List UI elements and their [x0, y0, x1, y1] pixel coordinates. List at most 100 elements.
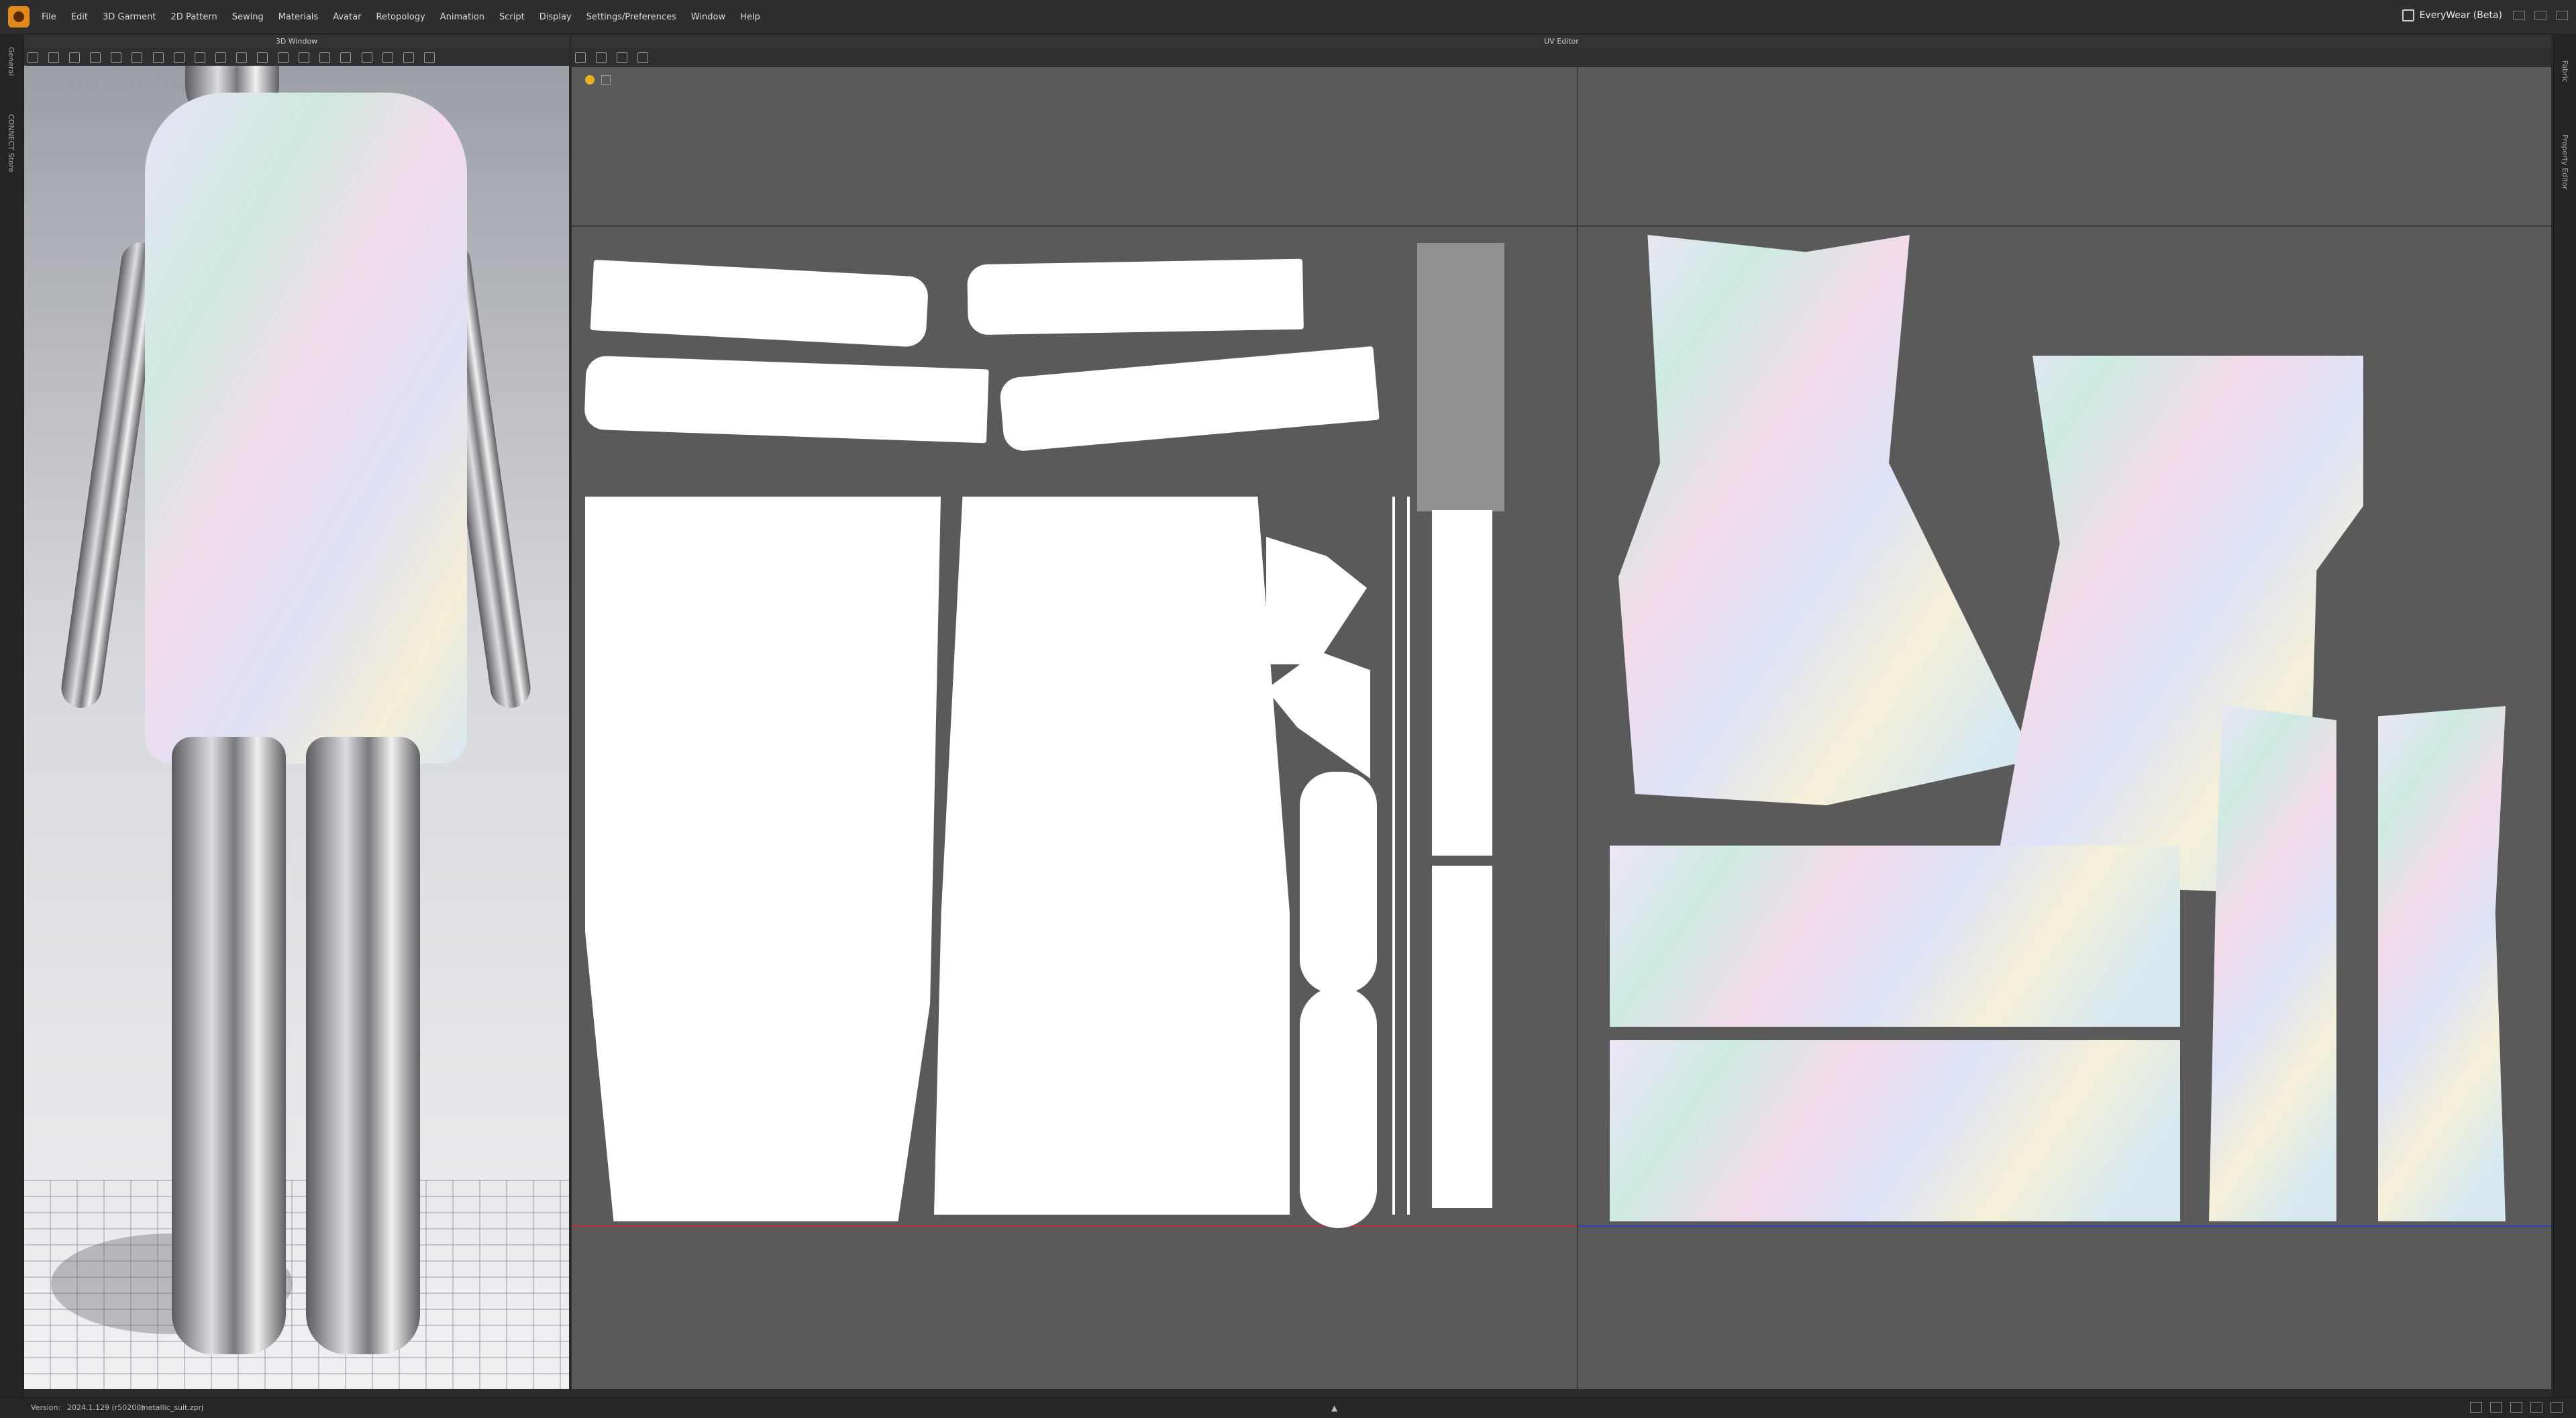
uv-piece-skirt-back[interactable] — [585, 497, 941, 1221]
tack-tool-icon[interactable] — [90, 52, 101, 63]
menu-display[interactable]: Display — [539, 12, 572, 22]
uv-editor-toolbar — [572, 48, 2551, 66]
everywear-button[interactable]: EveryWear (Beta) — [2402, 9, 2502, 21]
trim-tool-icon[interactable] — [257, 52, 268, 63]
uv-piece-band-2[interactable] — [1432, 866, 1492, 1208]
layout-uv-icon[interactable] — [2551, 1402, 2563, 1413]
annotation-tool-icon[interactable] — [403, 52, 414, 63]
uv-small-pieces-cluster — [1417, 243, 1504, 511]
tab-property-editor[interactable]: Property Editor — [2561, 134, 2569, 190]
uv-piece-sleeve-1[interactable] — [590, 259, 929, 348]
everywear-label: EveryWear (Beta) — [2419, 10, 2502, 21]
uv-piece-sleeve-4[interactable] — [998, 346, 1380, 453]
viewport-display-icons — [31, 72, 188, 91]
uv-textured-skirt-panel-1[interactable] — [1610, 846, 2180, 1027]
layout-split-icon[interactable] — [2490, 1402, 2502, 1413]
uv-grid-icon[interactable] — [617, 52, 628, 63]
avatar-display-icon[interactable] — [87, 77, 97, 87]
menu-2d-pattern[interactable]: 2D Pattern — [171, 12, 217, 22]
uv-piece-collar-1[interactable] — [1266, 537, 1367, 664]
layout-triple-icon[interactable] — [2510, 1402, 2522, 1413]
garment-tool-icon[interactable] — [215, 52, 226, 63]
tab-connect-store[interactable]: CONNECT Store — [7, 114, 15, 172]
right-boot — [306, 737, 420, 1354]
uv-piece-sleeve-2[interactable] — [967, 258, 1304, 336]
uv-piece-sleeve-3[interactable] — [584, 355, 989, 444]
sewing-tool-icon[interactable] — [236, 52, 247, 63]
menu-settings[interactable]: Settings/Preferences — [586, 12, 676, 22]
select-tool-icon[interactable] — [28, 52, 38, 63]
maximize-button[interactable] — [2534, 11, 2546, 20]
uv-canvas[interactable] — [572, 67, 2551, 1389]
measure-tool-icon[interactable] — [132, 52, 143, 63]
menu-help[interactable]: Help — [740, 12, 760, 22]
render-icon[interactable] — [52, 77, 62, 87]
expand-panel-icon[interactable]: ▲ — [1331, 1403, 1337, 1413]
uv-piece-band-1[interactable] — [1432, 510, 1492, 856]
menu-file[interactable]: File — [42, 12, 56, 22]
3d-window-title: 3D Window — [24, 35, 569, 48]
camera-icon[interactable] — [34, 77, 45, 87]
3d-viewport[interactable] — [24, 66, 569, 1389]
button-tool-icon[interactable] — [278, 52, 289, 63]
graphic-tool-icon[interactable] — [340, 52, 352, 63]
uv-piece-strip-1[interactable] — [1392, 497, 1395, 1215]
menu-avatar[interactable]: Avatar — [333, 12, 361, 22]
topstitch-tool-icon[interactable] — [319, 52, 331, 63]
uv-editor-title: UV Editor — [572, 35, 2551, 48]
texture-tool-icon[interactable] — [361, 52, 372, 63]
uv-piece-collar-2[interactable] — [1266, 651, 1370, 778]
uv-piece-strip-2[interactable] — [1407, 497, 1410, 1215]
menu-sewing[interactable]: Sewing — [232, 12, 264, 22]
main-menu: File Edit 3D Garment 2D Pattern Sewing M… — [42, 0, 775, 34]
version-value: 2024.1.129 (r50200) — [67, 1403, 144, 1412]
minimize-button[interactable] — [2513, 11, 2525, 20]
uv-textured-front-bodice[interactable] — [1618, 235, 2034, 805]
fold-tool-icon[interactable] — [111, 52, 122, 63]
move-tool-icon[interactable] — [48, 52, 60, 63]
menu-materials[interactable]: Materials — [278, 12, 319, 22]
uv-pack-icon[interactable] — [637, 52, 649, 63]
uv-info-icon[interactable] — [601, 75, 611, 85]
menu-retopology[interactable]: Retopology — [376, 12, 425, 22]
uv-textured-skirt-panel-2[interactable] — [1610, 1040, 2180, 1221]
light-icon[interactable] — [69, 77, 80, 87]
fitting-tool-icon[interactable] — [194, 52, 205, 63]
pin-tool-icon[interactable] — [69, 52, 81, 63]
puckering-tool-icon[interactable] — [382, 52, 393, 63]
menu-animation[interactable]: Animation — [440, 12, 484, 22]
bulb-icon[interactable] — [156, 77, 167, 87]
window-controls — [2504, 11, 2568, 20]
left-side-tabs: General CONNECT Store — [0, 34, 23, 1397]
menu-edit[interactable]: Edit — [71, 12, 88, 22]
layout-quad-icon[interactable] — [2530, 1402, 2542, 1413]
uv-select-icon[interactable] — [575, 52, 586, 63]
uv-textured-lower-right[interactable] — [2378, 706, 2506, 1221]
fabric-display-icon[interactable] — [121, 77, 132, 87]
zipper-tool-icon[interactable] — [299, 52, 310, 63]
uv-piece-bodice-2[interactable] — [1300, 986, 1377, 1228]
brush-tool-icon[interactable] — [152, 52, 164, 63]
left-boot — [172, 737, 286, 1354]
sun-icon[interactable] — [174, 77, 185, 87]
uv-divider-vertical — [1577, 67, 1578, 1389]
layout-single-icon[interactable] — [2470, 1402, 2482, 1413]
uv-tile-boundary-red — [572, 1225, 1577, 1227]
tab-fabric[interactable]: Fabric — [2561, 60, 2569, 83]
menu-window[interactable]: Window — [691, 12, 725, 22]
uv-transform-icon[interactable] — [596, 52, 607, 63]
menu-3d-garment[interactable]: 3D Garment — [103, 12, 156, 22]
uv-textured-lower-left[interactable] — [2209, 705, 2336, 1221]
status-bar: Version: 2024.1.129 (r50200) metallic_su… — [0, 1397, 2576, 1418]
retopology-tool-icon[interactable] — [423, 52, 435, 63]
close-button[interactable] — [2556, 11, 2568, 20]
wireframe-icon[interactable] — [139, 77, 150, 87]
menu-script[interactable]: Script — [499, 12, 525, 22]
avatar-tool-icon[interactable] — [173, 52, 185, 63]
uv-piece-skirt-front[interactable] — [934, 497, 1290, 1215]
3d-window-toolbar — [24, 48, 569, 66]
tab-general[interactable]: General — [7, 47, 15, 76]
garment-display-icon[interactable] — [104, 77, 115, 87]
uv-highlight-icon[interactable] — [585, 75, 595, 85]
uv-piece-bodice-1[interactable] — [1300, 772, 1377, 993]
